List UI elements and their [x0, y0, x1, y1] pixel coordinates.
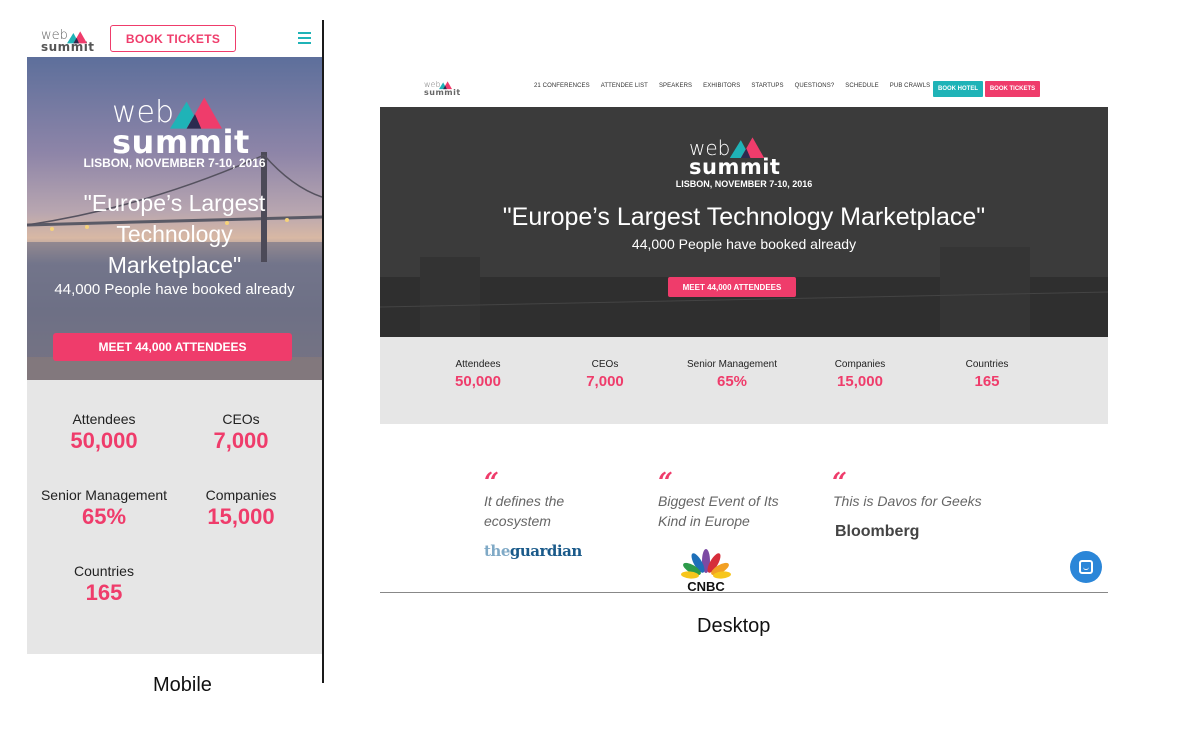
book-hotel-button[interactable]: BOOK HOTEL: [933, 81, 983, 97]
stat-attendees: Attendees 50,000: [70, 411, 138, 453]
meet-attendees-button[interactable]: MEET 44,000 ATTENDEES: [668, 277, 796, 297]
nav-link-speakers[interactable]: SPEAKERS: [659, 83, 692, 89]
bloomberg-logo: Bloomberg: [835, 523, 920, 540]
websummit-logo[interactable]: web summit: [41, 29, 95, 53]
stat-ceos: CEOs 7,000: [586, 359, 624, 390]
desktop-caption: Desktop: [697, 615, 771, 637]
nav-link-exhibitors[interactable]: EXHIBITORS: [703, 83, 740, 89]
meet-attendees-button[interactable]: MEET 44,000 ATTENDEES: [53, 333, 292, 361]
event-date: LISBON, NOVEMBER 7-10, 2016: [83, 156, 266, 170]
book-tickets-button[interactable]: BOOK TICKETS: [985, 81, 1040, 97]
mobile-hero: web summit LISBON, NOVEMBER 7-10, 2016 "…: [27, 57, 322, 380]
nav-link-schedule[interactable]: SCHEDULE: [845, 83, 878, 89]
stat-companies: Companies 15,000: [205, 487, 277, 529]
hero-websummit-logo: web summit: [689, 136, 781, 179]
press-quotes: “ It defines the ecosystem theguardian “…: [380, 424, 1108, 593]
logo-triangle-icon: [729, 136, 765, 158]
booked-count: 44,000 People have booked already: [54, 281, 295, 298]
book-tickets-button[interactable]: BOOK TICKETS: [110, 25, 236, 52]
logo-triangle-icon: [67, 29, 87, 45]
cnbc-peacock-logo: CNBC: [676, 549, 736, 593]
cnbc-logo-text: CNBC: [687, 579, 725, 593]
footer-divider: [380, 592, 1108, 593]
nav-link-questions[interactable]: QUESTIONS?: [795, 83, 835, 89]
stat-countries: Countries 165: [965, 359, 1009, 390]
stat-senior-management: Senior Management 65%: [686, 359, 778, 390]
nav-link-startups[interactable]: STARTUPS: [751, 83, 783, 89]
nav-links: 21 CONFERENCES ATTENDEE LIST SPEAKERS EX…: [534, 83, 930, 89]
hero-quote: "Europe’s Largest Technology Marketplace…: [83, 190, 266, 278]
stat-senior-management: Senior Management 65%: [40, 487, 168, 529]
logo-triangle-icon: [170, 95, 222, 129]
hero-quote: "Europe’s Largest Technology Marketplace…: [502, 203, 986, 231]
hero-websummit-logo: web summit: [112, 95, 250, 161]
chat-launcher-icon[interactable]: [1070, 551, 1102, 583]
event-date: LISBON, NOVEMBER 7-10, 2016: [675, 179, 813, 189]
stats-band: Attendees 50,000 CEOs 7,000 Senior Manag…: [380, 337, 1108, 424]
divider: [322, 20, 324, 683]
nav-link-pub-crawls[interactable]: PUB CRAWLS: [890, 83, 930, 89]
booked-count: 44,000 People have booked already: [631, 236, 857, 252]
mobile-screen: web summit BOOK TICKETS web summit LISBO…: [27, 20, 322, 654]
desktop-nav-bar: web summit 21 CONFERENCES ATTENDEE LIST …: [380, 70, 1108, 107]
stat-attendees: Attendees 50,000: [455, 359, 501, 390]
press-quote-guardian: It defines the ecosystem: [484, 493, 565, 529]
websummit-logo[interactable]: web summit: [424, 80, 461, 97]
stat-companies: Companies 15,000: [834, 359, 886, 390]
mobile-top-bar: web summit BOOK TICKETS: [27, 20, 322, 57]
mobile-caption: Mobile: [153, 674, 212, 696]
guardian-logo: theguardian: [484, 542, 582, 560]
stat-ceos: CEOs 7,000: [213, 411, 269, 453]
nav-link-conferences[interactable]: 21 CONFERENCES: [534, 83, 590, 89]
stat-countries: Countries 165: [74, 563, 134, 605]
press-quote-cnbc: Biggest Event of Its Kind in Europe: [658, 493, 779, 529]
press-quote-bloomberg: This is Davos for Geeks: [833, 493, 982, 509]
desktop-screen: web summit 21 CONFERENCES ATTENDEE LIST …: [380, 70, 1108, 594]
nav-link-attendee-list[interactable]: ATTENDEE LIST: [601, 83, 648, 89]
logo-triangle-icon: [439, 80, 452, 90]
desktop-hero: web summit LISBON, NOVEMBER 7-10, 2016 "…: [380, 107, 1108, 337]
hamburger-menu-icon[interactable]: [298, 32, 311, 44]
